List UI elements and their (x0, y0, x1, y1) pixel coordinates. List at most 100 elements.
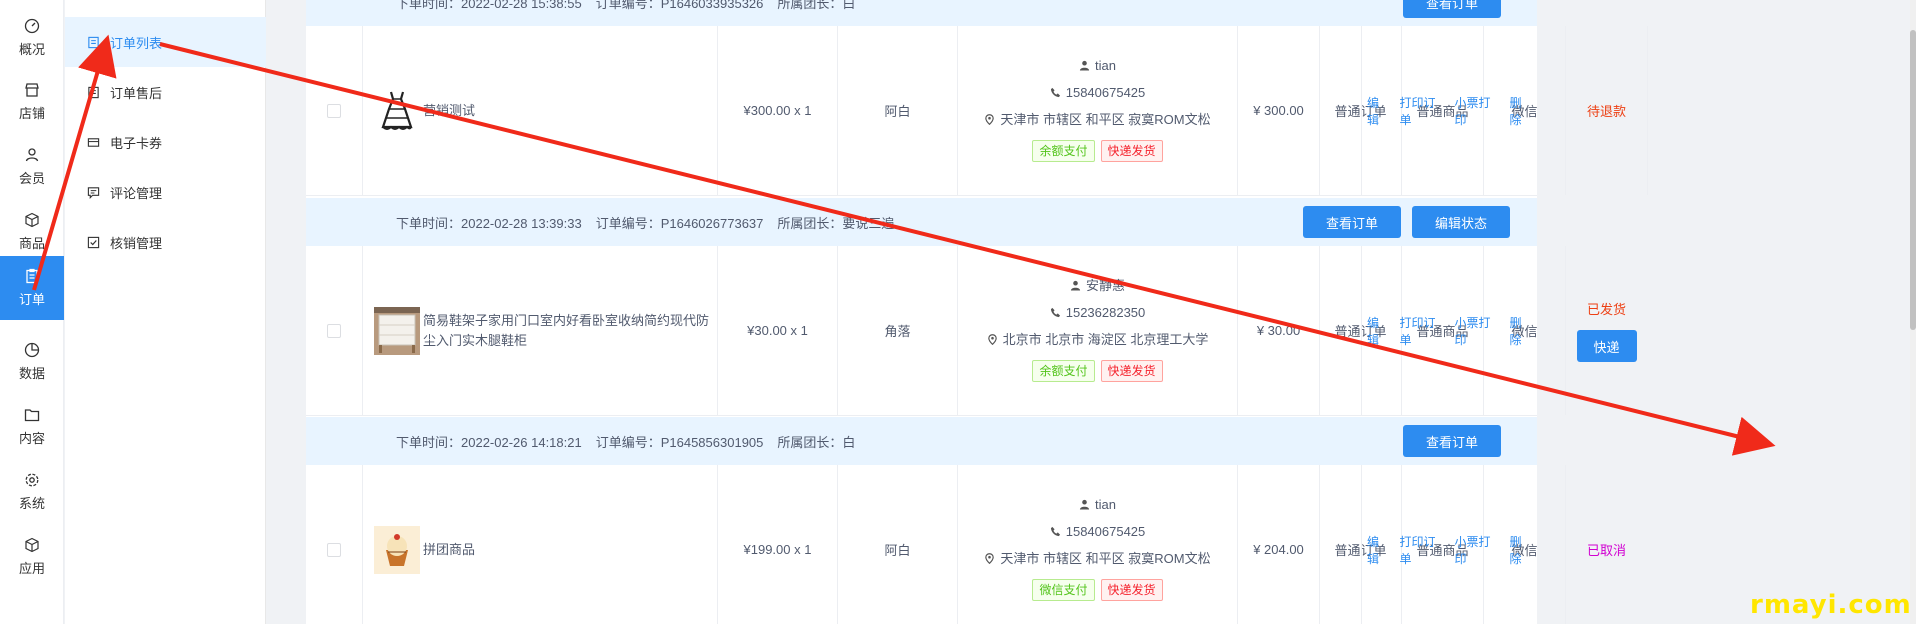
delete-link[interactable]: 删除 (1510, 314, 1533, 348)
row-checkbox[interactable] (327, 103, 341, 118)
print-receipt-link[interactable]: 小票打印 (1455, 314, 1500, 348)
order-status: 已发货 (1586, 302, 1626, 317)
row-checkbox[interactable] (327, 323, 341, 338)
order-row: 营销测试 ¥300.00 x 1 阿白 tian 15840675425 天津市… (306, 26, 1648, 196)
submenu-comment[interactable]: 评论管理 (65, 167, 266, 217)
shoe-cabinet-image (374, 306, 420, 355)
user-icon (1079, 60, 1090, 71)
order-number: 订单编号：P1646033935326 (595, 0, 764, 11)
buyer-name: tian (1095, 497, 1116, 512)
ship-method-tag: 快递发货 (1100, 579, 1163, 601)
submenu-after-sale-label: 订单售后 (110, 85, 163, 101)
status-cell: 待退款 (1565, 26, 1647, 195)
submenu-comment-label: 评论管理 (110, 185, 163, 201)
product-thumbnail (373, 306, 421, 355)
edit-status-button[interactable]: 编辑状态 (1412, 206, 1510, 238)
nav-system[interactable]: 系统 (0, 460, 64, 524)
price-cell: ¥300.00 x 1 (717, 26, 837, 195)
product-thumbnail (373, 87, 421, 135)
nav-store[interactable]: 店铺 (0, 70, 64, 134)
product-cell: 营销测试 (362, 26, 717, 195)
print-order-link[interactable]: 打印订单 (1400, 314, 1445, 348)
nav-product-label: 商品 (18, 236, 45, 251)
after-sale-icon (88, 86, 99, 98)
pay-method-tag: 余额支付 (1032, 140, 1095, 162)
nav-member[interactable]: 会员 (0, 135, 64, 199)
order-list-icon (88, 36, 99, 48)
order-header: 下单时间：2022-02-26 14:18:21 订单编号：P164585630… (306, 417, 1537, 465)
buyer-name: 安静惠 (1085, 278, 1125, 293)
ship-method-tag: 快递发货 (1100, 360, 1163, 382)
print-receipt-link[interactable]: 小票打印 (1455, 533, 1500, 567)
store-icon (25, 83, 39, 97)
print-receipt-link[interactable]: 小票打印 (1455, 94, 1500, 128)
order-status: 已取消 (1586, 543, 1626, 558)
print-order-link[interactable]: 打印订单 (1400, 94, 1445, 128)
express-button[interactable]: 快递 (1576, 330, 1637, 362)
submenu-order-list-label: 订单列表 (110, 35, 163, 51)
nav-app[interactable]: 应用 (0, 525, 64, 589)
submenu-card[interactable]: 电子卡券 (65, 117, 266, 167)
nav-member-label: 会员 (18, 171, 45, 186)
dress-icon (381, 91, 413, 130)
app-icon (25, 537, 39, 553)
member-icon (25, 148, 39, 162)
view-order-button[interactable]: 查看订单 (1303, 206, 1401, 238)
price-cell: ¥30.00 x 1 (717, 246, 837, 415)
main-content: 下单时间：2022-02-28 15:38:55 订单编号：P164603393… (266, 0, 1916, 624)
status-cell: 已发货 快递 (1565, 246, 1647, 415)
watermark: rmayi.com (1750, 590, 1912, 620)
submenu-verify[interactable]: 核销管理 (65, 217, 266, 267)
price-cell: ¥199.00 x 1 (717, 465, 837, 624)
spec-cell: 角落 (837, 246, 957, 415)
submenu-card-label: 电子卡券 (110, 135, 163, 151)
buyer-address: 北京市 北京市 海淀区 北京理工大学 (1002, 332, 1209, 347)
product-name[interactable]: 营销测试 (423, 101, 475, 121)
nav-content[interactable]: 内容 (0, 395, 64, 459)
submenu-after-sale[interactable]: 订单售后 (65, 67, 266, 117)
spec-cell: 阿白 (837, 465, 957, 624)
location-icon (987, 334, 997, 345)
dashboard-icon (24, 18, 40, 34)
delete-link[interactable]: 删除 (1510, 94, 1533, 128)
spec-cell: 阿白 (837, 26, 957, 195)
view-order-button[interactable]: 查看订单 (1403, 0, 1501, 18)
edit-link[interactable]: 编辑 (1367, 533, 1390, 567)
scrollbar-thumb[interactable] (1910, 30, 1916, 330)
order-leader: 所属团长：白 (777, 434, 856, 450)
nav-overview-label: 概况 (18, 42, 45, 57)
row-checkbox[interactable] (327, 542, 341, 557)
buyer-phone: 15236282350 (1065, 305, 1146, 320)
user-icon (1079, 499, 1090, 510)
submenu-order-list[interactable]: 订单列表 (65, 17, 266, 67)
order-status: 待退款 (1586, 104, 1626, 119)
edit-link[interactable]: 编辑 (1367, 94, 1390, 128)
location-icon (985, 553, 995, 564)
edit-link[interactable]: 编辑 (1367, 314, 1390, 348)
delete-link[interactable]: 删除 (1510, 533, 1533, 567)
print-order-link[interactable]: 打印订单 (1400, 533, 1445, 567)
buyer-phone: 15840675425 (1065, 524, 1146, 539)
pay-method-tag: 微信支付 (1032, 579, 1095, 601)
order-number: 订单编号：P1646026773637 (595, 215, 764, 231)
data-icon (24, 342, 40, 358)
card-icon (87, 137, 100, 147)
product-thumbnail (373, 525, 421, 574)
order-row: 拼团商品 ¥199.00 x 1 阿白 tian 15840675425 天津市… (306, 465, 1626, 624)
order-table: 下单时间：2022-02-28 15:38:55 订单编号：P164603393… (306, 0, 1648, 624)
view-order-button[interactable]: 查看订单 (1403, 425, 1501, 457)
submenu-verify-label: 核销管理 (110, 235, 163, 251)
nav-data-label: 数据 (18, 366, 45, 381)
product-name[interactable]: 简易鞋架子家用门口室内好看卧室收纳简约现代防尘入门实木腿鞋柜 (423, 311, 713, 351)
main-nav-rail: 概况 店铺 会员 商品 订单 数据 内容 系统 应用 (0, 0, 64, 624)
nav-data[interactable]: 数据 (0, 330, 64, 394)
user-icon (1070, 280, 1081, 291)
cupcake-image (374, 525, 420, 574)
buyer-name: tian (1095, 58, 1116, 73)
buyer-address: 天津市 市辖区 和平区 寂寞ROM文松 (1000, 112, 1211, 127)
ops-cell: 编辑 打印订单 小票打印 删除 (1361, 465, 1537, 624)
nav-order[interactable]: 订单 (0, 256, 64, 320)
product-name[interactable]: 拼团商品 (423, 540, 475, 560)
nav-product[interactable]: 商品 (0, 200, 64, 264)
nav-overview[interactable]: 概况 (0, 6, 64, 70)
